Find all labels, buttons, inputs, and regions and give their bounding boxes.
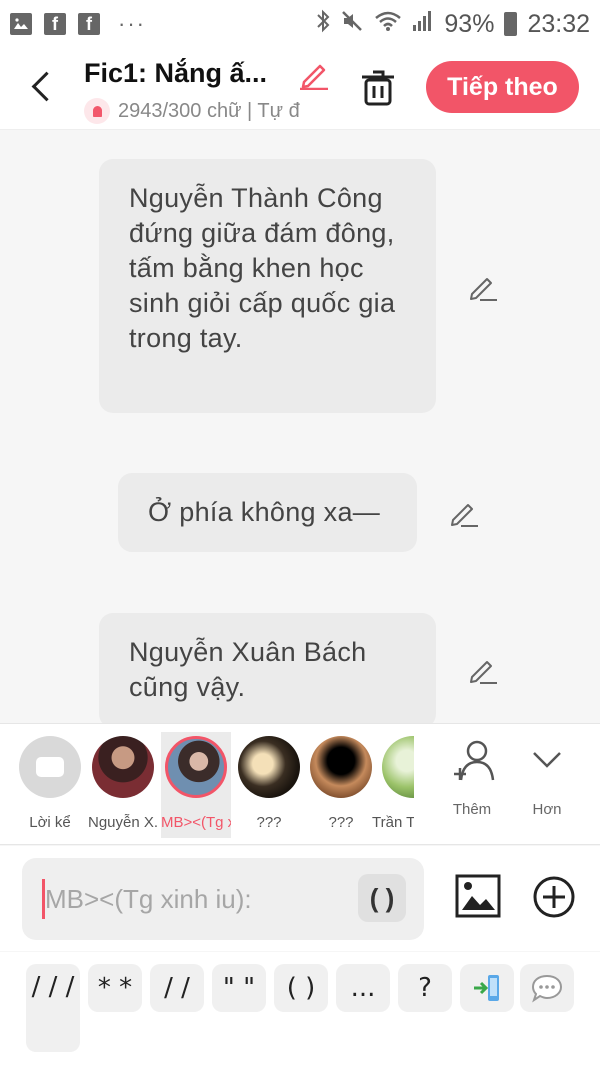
bluetooth-icon [316,9,330,39]
question-key[interactable]: ? [398,964,452,1012]
character-item[interactable]: Nguyễn X... [88,732,158,831]
more-notifications-icon: ··· [118,11,146,36]
message-text: Ở phía không xa— [148,497,381,527]
character-label: Lời kể [29,814,71,831]
image-icon[interactable] [455,874,501,918]
status-bar: f f ··· 93% 23:32 [0,0,600,48]
add-character-button[interactable]: Thêm [442,738,502,818]
message-bubble[interactable]: Nguyễn Thành Công đứng giữa đám đông, tấ… [99,159,436,413]
clock: 23:32 [527,9,590,38]
parentheses-button[interactable]: ( ) [358,874,406,922]
character-item[interactable]: ??? [306,732,376,831]
wifi-icon [374,10,402,39]
edit-message-pencil-icon[interactable] [468,655,498,685]
chat-area[interactable]: Nguyễn Thành Công đứng giữa đám đông, tấ… [0,131,600,723]
message-input[interactable]: MB><(Tg xinh iu): ( ) [22,858,424,940]
parentheses-key[interactable]: ( ) [274,964,328,1012]
avatar [92,736,154,798]
battery-icon [504,12,518,36]
more-button[interactable]: Hơn [517,738,577,818]
gallery-notification-icon [10,13,32,35]
input-bar: MB><(Tg xinh iu): ( ) [0,846,600,951]
add-circle-icon[interactable] [532,875,576,919]
character-label: Trần T [372,814,414,831]
speech-bubble-icon[interactable] [520,964,574,1012]
mute-icon [340,9,364,40]
asterisk-key[interactable]: * * [88,964,142,1012]
double-slash-key[interactable]: / / [150,964,204,1012]
triple-slash-key[interactable]: / / / [26,964,80,1052]
edit-title-pencil-icon[interactable] [298,58,330,91]
next-button[interactable]: Tiếp theo [426,61,579,113]
character-item-selected[interactable]: MB><(Tg x... [161,732,231,838]
word-count-text: 2943/300 chữ | Tự đ [118,99,300,122]
editor-header: Fic1: Nắng ấ... 2943/300 chữ | Tự đ Tiếp… [0,48,600,130]
back-arrow-icon[interactable] [26,66,56,106]
story-title: Fic1: Nắng ấ... [84,58,268,88]
character-selector: Lời kể Nguyễn X... MB><(Tg x... ??? ??? … [0,723,600,845]
quotes-key[interactable]: " " [212,964,266,1012]
character-item[interactable]: Trần T [372,732,414,831]
narrator-chat-icon [19,736,81,798]
trash-icon[interactable] [360,68,396,108]
character-narrator[interactable]: Lời kể [15,732,85,831]
message-bubble[interactable]: Nguyễn Xuân Bách cũng vậy. [99,613,436,723]
edit-message-pencil-icon[interactable] [449,498,479,528]
add-label: Thêm [452,801,492,818]
avatar [165,736,227,798]
phone-transfer-icon[interactable] [460,964,514,1012]
message-bubble[interactable]: Ở phía không xa— [118,473,417,552]
quick-insert-bar: / / / * * / / " " ( ) ... ? [0,952,600,1067]
character-label: ??? [328,814,354,831]
facebook-notification-icon: f [78,13,100,35]
character-label: ??? [256,814,282,831]
facebook-notification-icon: f [44,13,66,35]
avatar [238,736,300,798]
character-item[interactable]: ??? [234,732,304,831]
ellipsis-key[interactable]: ... [336,964,390,1012]
character-label: MB><(Tg x... [161,814,231,831]
battery-percent: 93% [444,9,495,38]
word-count-status: 2943/300 chữ | Tự đ [84,98,332,124]
add-person-icon [454,740,495,781]
more-label: Hơn [532,801,562,818]
avatar [310,736,372,798]
signal-icon [412,10,434,39]
input-placeholder: MB><(Tg xinh iu): [45,883,252,914]
chevron-down-icon [533,752,561,768]
edit-message-pencil-icon[interactable] [468,272,498,302]
avatar [382,736,414,798]
character-label: Nguyễn X... [88,814,158,831]
bell-icon [84,98,110,124]
